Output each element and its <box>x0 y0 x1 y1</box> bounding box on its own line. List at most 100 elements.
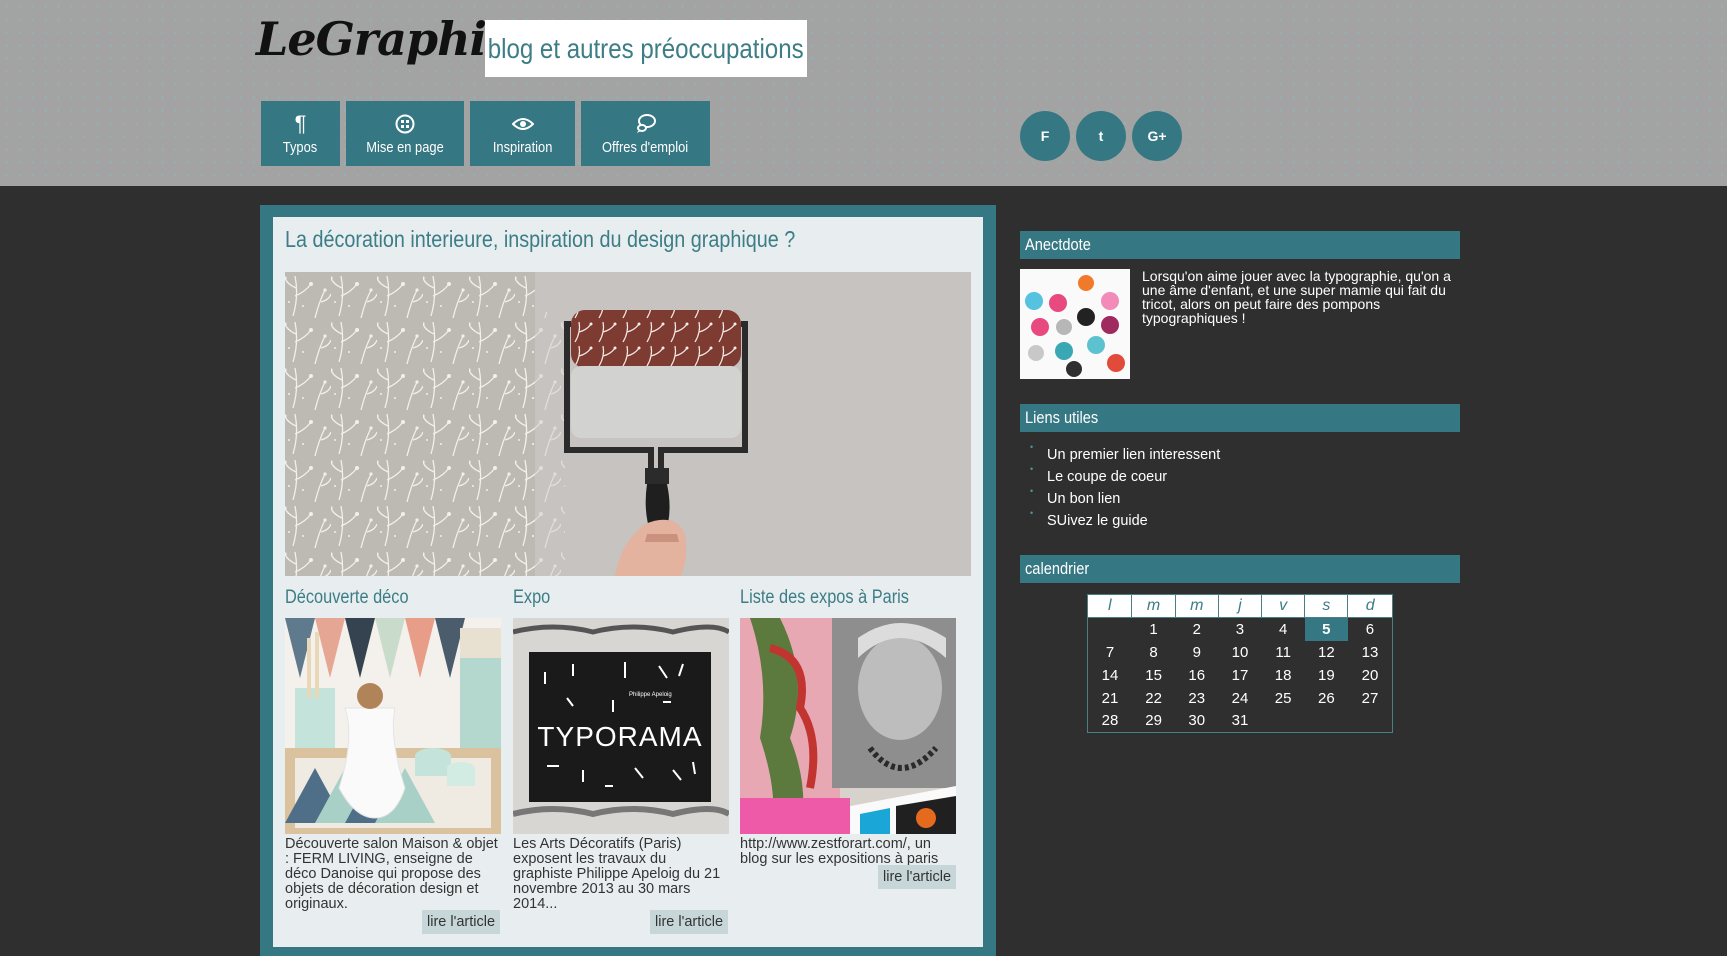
weekday-label: m <box>1131 594 1176 618</box>
col-title-decouverte[interactable]: Découverte déco <box>285 587 409 609</box>
thumb-expos-paris[interactable] <box>740 618 956 834</box>
calendar-weekdays: l m m j v s d <box>1086 594 1393 618</box>
weekday-label: l <box>1086 594 1133 618</box>
exhibition-collage <box>740 618 956 834</box>
calendar-day[interactable]: 11 <box>1262 641 1305 664</box>
col-text-expo: Les Arts Décoratifs (Paris) exposent les… <box>513 836 721 912</box>
calendar-day[interactable]: 7 <box>1088 641 1132 664</box>
calendar-day[interactable]: 9 <box>1175 641 1218 664</box>
list-item: Le coupe de coeur <box>1030 464 1220 491</box>
calendar-day[interactable]: 26 <box>1305 687 1348 710</box>
links-header: Liens utiles <box>1020 404 1460 432</box>
calendar-day[interactable]: 23 <box>1175 687 1218 710</box>
calendar-week: 14 15 16 17 18 19 20 <box>1088 664 1393 687</box>
nav-mise-en-page[interactable]: Mise en page <box>346 101 464 166</box>
weekday-label: s <box>1304 594 1349 618</box>
calendar-day[interactable]: 28 <box>1088 710 1132 733</box>
col-text-decouverte: Découverte salon Maison & objet : FERM L… <box>285 836 498 912</box>
nav-inspiration[interactable]: Inspiration <box>470 101 575 166</box>
anecdote-text: Lorsqu'on aime jouer avec la typographie… <box>1142 268 1451 326</box>
calendar-title: calendrier <box>1025 559 1090 578</box>
useful-link[interactable]: Un premier lien interessent <box>1047 447 1220 463</box>
weekday-label: m <box>1174 594 1219 618</box>
calendar-day[interactable]: 18 <box>1262 664 1305 687</box>
calendar-day[interactable]: 21 <box>1088 687 1132 710</box>
weekday-label: d <box>1347 594 1393 618</box>
list-item: Un premier lien interessent <box>1030 442 1220 469</box>
deco-objects-photo <box>285 618 501 834</box>
site-tagline: blog et autres préoccupations <box>488 32 804 64</box>
googleplus-button[interactable]: G+ <box>1132 111 1182 161</box>
poster-caption-big: TYPORAMA <box>537 721 702 752</box>
calendar-day[interactable]: 8 <box>1132 641 1175 664</box>
calendar-day[interactable]: 24 <box>1218 687 1261 710</box>
calendar-week: 123456 <box>1088 617 1393 641</box>
useful-link[interactable]: Un bon lien <box>1047 491 1120 507</box>
anecdote-header: Anectdote <box>1020 231 1460 259</box>
thumb-expo[interactable]: Philippe Apeloig TYPORAMA <box>513 618 729 834</box>
facebook-button[interactable]: F <box>1020 111 1070 161</box>
col-text-expos-paris: http://www.zestforart.com/, un blog sur … <box>740 836 939 867</box>
typographic-pompons-photo <box>1020 269 1130 379</box>
twitter-icon: t <box>1098 128 1104 144</box>
list-item: Un bon lien <box>1030 486 1220 513</box>
nav-typos[interactable]: ¶ Typos <box>261 101 340 166</box>
typorama-poster: Philippe Apeloig TYPORAMA <box>513 618 729 834</box>
nav-label: Mise en page <box>366 139 444 156</box>
calendar-empty-cell <box>1262 710 1305 733</box>
facebook-icon: F <box>1040 128 1050 144</box>
col-title-expos-paris[interactable]: Liste des expos à Paris <box>740 587 909 609</box>
calendar-week: 7 8 9 10 11 12 13 <box>1088 641 1393 664</box>
calendar-day[interactable]: 22 <box>1132 687 1175 710</box>
calendar-day[interactable]: 27 <box>1348 687 1393 710</box>
twitter-button[interactable]: t <box>1076 111 1126 161</box>
paint-roller-illustration <box>285 272 971 576</box>
calendar-week: 21 22 23 24 25 26 27 <box>1088 687 1393 710</box>
nav-label: Typos <box>283 139 318 156</box>
links-title: Liens utiles <box>1025 408 1099 427</box>
calendar-day[interactable]: 12 <box>1305 641 1348 664</box>
thumb-decouverte[interactable] <box>285 618 501 834</box>
hero-image[interactable] <box>285 272 971 576</box>
useful-link[interactable]: Le coupe de coeur <box>1047 469 1167 485</box>
calendar-day[interactable]: 6 <box>1348 618 1393 641</box>
calendar-day[interactable]: 31 <box>1218 710 1261 733</box>
calendar-header: calendrier <box>1020 555 1460 583</box>
calendar-day[interactable]: 16 <box>1175 664 1218 687</box>
calendar-day[interactable]: 2 <box>1175 618 1218 641</box>
useful-link[interactable]: SUivez le guide <box>1047 513 1148 529</box>
calendar-day[interactable]: 14 <box>1088 664 1132 687</box>
chat-bubble-icon <box>635 111 657 137</box>
read-article-button[interactable]: lire l'article <box>422 910 501 934</box>
site-header: LeGraphiste, blog et autres préoccupatio… <box>0 0 1727 186</box>
calendar-week: 28 29 30 31 <box>1088 710 1393 733</box>
calendar-day[interactable]: 13 <box>1348 641 1393 664</box>
col-title-expo[interactable]: Expo <box>513 587 550 609</box>
pilcrow-icon: ¶ <box>294 111 307 136</box>
read-article-button[interactable]: lire l'article <box>650 910 729 934</box>
weekday-label: j <box>1217 594 1263 618</box>
calendar-day[interactable]: 1 <box>1132 618 1175 641</box>
calendar-day[interactable]: 4 <box>1262 618 1305 641</box>
calendar-day[interactable]: 20 <box>1348 664 1393 687</box>
calendar-day[interactable]: 15 <box>1132 664 1175 687</box>
read-article-button[interactable]: lire l'article <box>878 865 957 889</box>
calendar-day-today[interactable]: 5 <box>1304 617 1348 641</box>
nav-offres-emploi[interactable]: Offres d'emploi <box>581 101 710 166</box>
calendar-day[interactable]: 17 <box>1218 664 1261 687</box>
anecdote-image[interactable] <box>1020 269 1130 379</box>
calendar-empty-cell <box>1088 618 1132 641</box>
calendar-day[interactable]: 30 <box>1175 710 1218 733</box>
calendar-day[interactable]: 19 <box>1305 664 1348 687</box>
calendar-day[interactable]: 3 <box>1218 618 1261 641</box>
nav-label: Inspiration <box>492 139 553 156</box>
anecdote-title: Anectdote <box>1025 235 1091 254</box>
calendar: l m m j v s d 1 2 3 4 5 6 7 8 9 10 11 12 13 14 15 16 17 1… <box>1086 594 1393 733</box>
calendar-day[interactable]: 25 <box>1262 687 1305 710</box>
calendar-day[interactable]: 10 <box>1218 641 1261 664</box>
calendar-day[interactable]: 29 <box>1132 710 1175 733</box>
list-item: SUivez le guide <box>1030 508 1220 535</box>
calendar-body: 1 2 3 4 5 6 7 8 9 10 11 12 13 14 15 16 17 18 19 20 21 22 23 24 2… <box>1088 617 1393 733</box>
useful-links-list: Un premier lien interessent Le coupe de … <box>1030 442 1220 535</box>
article-title[interactable]: La décoration interieure, inspiration du… <box>285 226 795 253</box>
